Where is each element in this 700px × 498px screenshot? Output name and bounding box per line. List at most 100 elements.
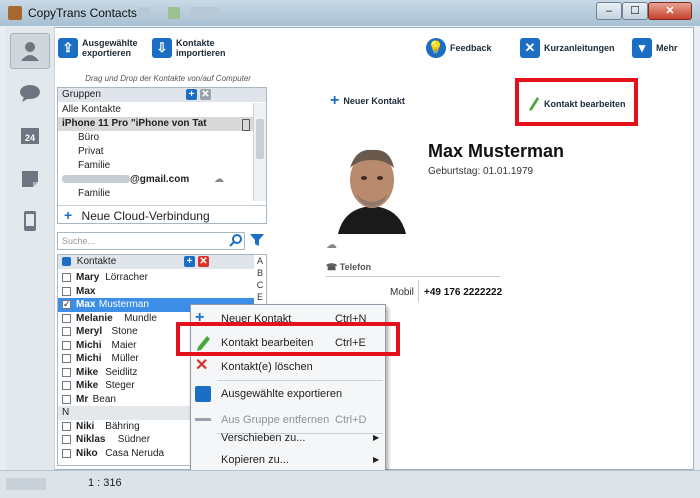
submenu-arrow-icon: ▶: [373, 455, 380, 464]
close-button[interactable]: ✕: [648, 2, 692, 20]
group-item-device[interactable]: iPhone 11 Pro "iPhone von Tat: [58, 117, 258, 131]
alpha-letter[interactable]: B: [254, 267, 266, 279]
contact-last-name: Mundle: [124, 312, 157, 324]
add-contact-icon[interactable]: +: [184, 256, 195, 267]
menu-export-selected[interactable]: Ausgewählte exportieren: [191, 382, 385, 406]
new-cloud-label: Neue Cloud-Verbindung: [81, 209, 210, 223]
group-item-gmail[interactable]: @gmail.com ☁: [58, 173, 258, 187]
app-icon: [8, 6, 22, 20]
contact-first-name: Max: [76, 299, 96, 310]
contact-row[interactable]: Mary Lörracher: [58, 271, 254, 285]
more-button[interactable]: ▾ Mehr: [632, 38, 678, 58]
menu-label: Kontakt(e) löschen: [221, 361, 313, 373]
note-icon: [22, 171, 38, 187]
contact-first-name: Mr: [76, 393, 89, 405]
contact-last-name: Stone: [111, 326, 138, 337]
import-label-line1: Kontakte: [176, 38, 215, 48]
blurred-email: [62, 175, 130, 184]
nav-phone[interactable]: [10, 203, 50, 239]
add-group-icon[interactable]: +: [186, 89, 197, 100]
dragdrop-hint: Drag und Drop der Kontakte von/auf Compu…: [85, 74, 251, 83]
contact-checkbox[interactable]: [62, 286, 71, 296]
feedback-button[interactable]: 💡 Feedback: [426, 38, 492, 58]
import-contacts-button[interactable]: ⇩ Kontakte importieren: [152, 38, 226, 58]
contact-checkbox[interactable]: [62, 394, 71, 404]
delete-group-icon[interactable]: ✕: [200, 89, 211, 100]
phone-number[interactable]: +49 176 2222222: [424, 287, 502, 298]
alpha-letter[interactable]: A: [254, 255, 266, 267]
export-label-line1: Ausgewählte: [82, 38, 138, 48]
groups-header-label: Gruppen: [62, 89, 101, 100]
taskbar-ghost-icon: [190, 7, 220, 19]
chat-bubble-icon: [20, 85, 40, 102]
quick-guides-label: Kurzanleitungen: [544, 43, 615, 53]
contact-checkbox[interactable]: [62, 421, 71, 431]
menu-label: Ausgewählte exportieren: [221, 388, 343, 400]
menu-copy-to[interactable]: Kopieren zu... ▶: [191, 448, 385, 472]
window-title: CopyTrans Contacts: [28, 6, 137, 20]
group-item[interactable]: Familie: [58, 187, 110, 201]
minimize-button[interactable]: –: [596, 2, 622, 20]
contact-checkbox[interactable]: [62, 381, 71, 390]
contact-checkbox[interactable]: [62, 367, 71, 377]
filter-icon[interactable]: [249, 232, 265, 248]
contact-checkbox[interactable]: [62, 435, 71, 444]
group-item[interactable]: Alle Kontakte: [58, 103, 258, 117]
contact-first-name: Meryl: [76, 326, 103, 337]
search-icon[interactable]: [229, 233, 243, 247]
contact-last-name: Südner: [117, 434, 151, 445]
contact-first-name: Max: [76, 285, 96, 297]
contact-photo: [326, 138, 418, 234]
divider: [326, 276, 500, 277]
nav-contacts[interactable]: [10, 33, 50, 69]
group-item[interactable]: Büro: [58, 131, 99, 145]
plus-icon: +: [330, 92, 340, 109]
menu-separator: [217, 380, 383, 381]
feedback-label: Feedback: [450, 43, 492, 53]
menu-move-to[interactable]: Verschieben zu... ▶: [191, 426, 385, 450]
phone-section-label: Telefon: [339, 262, 372, 272]
group-item[interactable]: Familie: [58, 159, 110, 173]
contact-checkbox[interactable]: [62, 273, 71, 282]
contact-first-name: Melanie: [76, 312, 113, 324]
scroll-thumb[interactable]: [256, 119, 264, 159]
new-contact-button[interactable]: + Neuer Kontakt: [330, 92, 405, 109]
maximize-button[interactable]: ☐: [622, 2, 648, 20]
calendar-icon: 24: [21, 128, 39, 144]
left-nav: 24: [6, 27, 55, 470]
minus-icon: [195, 418, 211, 421]
nav-notes[interactable]: [10, 161, 50, 197]
device-icon: [242, 119, 250, 131]
groups-header: Gruppen + ✕: [58, 88, 266, 102]
group-item[interactable]: Privat: [58, 145, 104, 159]
groups-panel: Gruppen + ✕ Alle Kontakte iPhone 11 Pro …: [57, 87, 267, 224]
cloud-icon: ☁: [326, 239, 337, 251]
more-label: Mehr: [656, 43, 678, 53]
contact-checkbox[interactable]: ✓: [62, 300, 71, 309]
taskbar-ghost-icon: [138, 7, 150, 19]
alpha-letter[interactable]: E: [254, 291, 266, 303]
new-cloud-connection[interactable]: + Neue Cloud-Verbindung: [58, 205, 266, 223]
contact-row[interactable]: Max: [58, 285, 254, 299]
person-icon: [21, 42, 39, 61]
alpha-letter[interactable]: C: [254, 279, 266, 291]
select-all-checkbox[interactable]: [62, 256, 71, 266]
delete-contact-icon[interactable]: ✕: [198, 256, 209, 267]
export-selected-button[interactable]: ⇪ Ausgewählte exportieren: [58, 38, 138, 58]
contact-checkbox[interactable]: [62, 340, 71, 350]
contact-checkbox[interactable]: [62, 327, 71, 336]
quick-guides-button[interactable]: ✕ Kurzanleitungen: [520, 38, 615, 58]
contact-first-name: Niklas: [76, 434, 106, 445]
highlight-edit-toolbar: [515, 78, 638, 126]
contact-checkbox[interactable]: [62, 313, 71, 323]
groups-scrollbar[interactable]: [253, 103, 266, 201]
menu-delete-contact[interactable]: ✕ Kontakt(e) löschen: [191, 355, 385, 379]
contact-checkbox[interactable]: [62, 448, 71, 458]
status-bar: 1 : 316: [0, 470, 700, 498]
nav-calendar[interactable]: 24: [10, 117, 50, 153]
search-input[interactable]: Suche...: [57, 232, 245, 250]
cloud-icon: ☁: [214, 174, 224, 185]
nav-messages[interactable]: [10, 75, 50, 111]
contact-checkbox[interactable]: [62, 354, 71, 363]
lightbulb-icon: 💡: [426, 38, 446, 58]
